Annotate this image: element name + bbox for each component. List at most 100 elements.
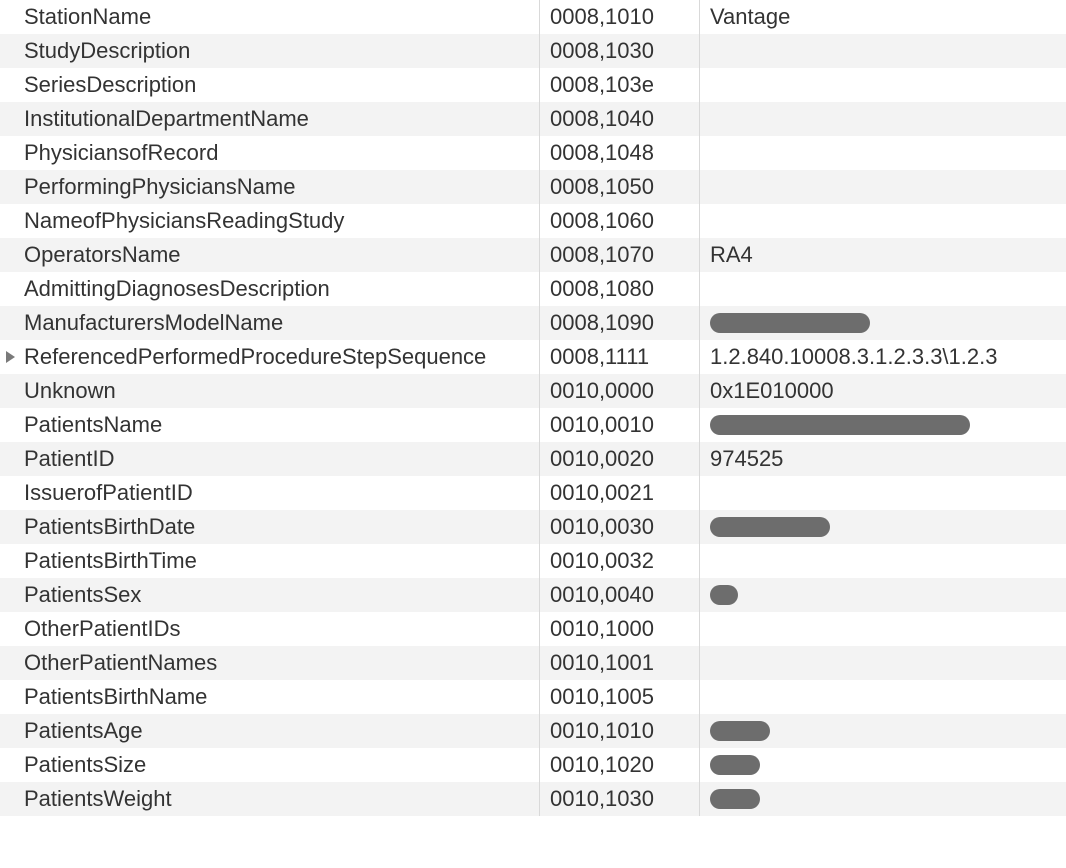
redacted-value (710, 313, 870, 333)
tag-id-cell: 0010,1010 (540, 714, 700, 748)
tag-name-cell: OtherPatientIDs (20, 612, 540, 646)
tag-name-cell: IssuerofPatientID (20, 476, 540, 510)
tag-id-cell: 0010,0000 (540, 374, 700, 408)
tag-name-cell: PatientID (20, 442, 540, 476)
expand-cell (0, 102, 20, 136)
table-row[interactable]: PhysiciansofRecord0008,1048 (0, 136, 1066, 170)
expand-cell (0, 476, 20, 510)
tag-id-cell: 0008,1030 (540, 34, 700, 68)
table-row[interactable]: ManufacturersModelName0008,1090 (0, 306, 1066, 340)
expand-cell (0, 510, 20, 544)
tag-name-cell: StationName (20, 0, 540, 34)
table-row[interactable]: Unknown0010,00000x1E010000 (0, 374, 1066, 408)
tag-id-cell: 0008,1040 (540, 102, 700, 136)
table-row[interactable]: NameofPhysiciansReadingStudy0008,1060 (0, 204, 1066, 238)
tag-value-cell: RA4 (700, 238, 1066, 272)
redacted-value (710, 789, 760, 809)
tag-name-cell: Unknown (20, 374, 540, 408)
table-row[interactable]: PatientsSex0010,0040 (0, 578, 1066, 612)
redacted-value (710, 755, 760, 775)
expand-cell (0, 714, 20, 748)
tag-id-cell: 0008,1111 (540, 340, 700, 374)
table-row[interactable]: PatientsSize0010,1020 (0, 748, 1066, 782)
tag-value-cell (700, 510, 1066, 544)
redacted-value (710, 517, 830, 537)
expand-cell (0, 442, 20, 476)
tag-value-cell (700, 748, 1066, 782)
expand-cell (0, 272, 20, 306)
table-row[interactable]: StudyDescription0008,1030 (0, 34, 1066, 68)
expand-cell (0, 170, 20, 204)
expand-cell (0, 748, 20, 782)
tag-id-cell: 0010,1020 (540, 748, 700, 782)
tag-id-cell: 0010,0020 (540, 442, 700, 476)
table-row[interactable]: OperatorsName0008,1070RA4 (0, 238, 1066, 272)
expand-cell (0, 544, 20, 578)
expand-cell (0, 0, 20, 34)
tag-name-cell: StudyDescription (20, 34, 540, 68)
tag-value-cell (700, 170, 1066, 204)
expand-cell (0, 68, 20, 102)
tag-id-cell: 0010,1030 (540, 782, 700, 816)
tag-name-cell: ManufacturersModelName (20, 306, 540, 340)
table-row[interactable]: ReferencedPerformedProcedureStepSequence… (0, 340, 1066, 374)
expand-cell[interactable] (0, 340, 20, 374)
expand-cell (0, 646, 20, 680)
tag-name-cell: OtherPatientNames (20, 646, 540, 680)
tag-value-cell (700, 782, 1066, 816)
disclosure-triangle-icon[interactable] (6, 351, 15, 363)
tag-value-cell (700, 34, 1066, 68)
table-row[interactable]: OtherPatientIDs0010,1000 (0, 612, 1066, 646)
table-row[interactable]: PatientsWeight0010,1030 (0, 782, 1066, 816)
tag-value-cell (700, 408, 1066, 442)
tag-id-cell: 0010,0030 (540, 510, 700, 544)
table-row[interactable]: InstitutionalDepartmentName0008,1040 (0, 102, 1066, 136)
table-row[interactable]: AdmittingDiagnosesDescription0008,1080 (0, 272, 1066, 306)
tag-value-cell (700, 714, 1066, 748)
table-row[interactable]: StationName0008,1010Vantage (0, 0, 1066, 34)
tag-value-cell (700, 680, 1066, 714)
table-row[interactable]: PatientsAge0010,1010 (0, 714, 1066, 748)
tag-id-cell: 0008,1050 (540, 170, 700, 204)
tag-name-cell: PatientsWeight (20, 782, 540, 816)
expand-cell (0, 374, 20, 408)
table-row[interactable]: SeriesDescription0008,103e (0, 68, 1066, 102)
table-row[interactable]: PatientsBirthName0010,1005 (0, 680, 1066, 714)
tag-value-cell (700, 204, 1066, 238)
dicom-tag-table: StationName0008,1010VantageStudyDescript… (0, 0, 1066, 816)
tag-id-cell: 0008,1070 (540, 238, 700, 272)
expand-cell (0, 204, 20, 238)
tag-value-cell (700, 476, 1066, 510)
tag-name-cell: PatientsSize (20, 748, 540, 782)
tag-value-cell: 1.2.840.10008.3.1.2.3.3\1.2.3 (700, 340, 1066, 374)
redacted-value (710, 585, 738, 605)
table-row[interactable]: PatientsName0010,0010 (0, 408, 1066, 442)
table-row[interactable]: IssuerofPatientID0010,0021 (0, 476, 1066, 510)
tag-name-cell: PatientsBirthName (20, 680, 540, 714)
tag-name-cell: SeriesDescription (20, 68, 540, 102)
expand-cell (0, 408, 20, 442)
tag-name-cell: InstitutionalDepartmentName (20, 102, 540, 136)
table-row[interactable]: PatientsBirthTime0010,0032 (0, 544, 1066, 578)
tag-name-cell: NameofPhysiciansReadingStudy (20, 204, 540, 238)
tag-name-cell: PatientsName (20, 408, 540, 442)
tag-value-cell (700, 136, 1066, 170)
tag-value-cell: 0x1E010000 (700, 374, 1066, 408)
tag-id-cell: 0010,1000 (540, 612, 700, 646)
expand-cell (0, 578, 20, 612)
expand-cell (0, 136, 20, 170)
tag-value-cell (700, 646, 1066, 680)
tag-value-cell (700, 612, 1066, 646)
tag-name-cell: PatientsBirthDate (20, 510, 540, 544)
tag-name-cell: AdmittingDiagnosesDescription (20, 272, 540, 306)
table-row[interactable]: OtherPatientNames0010,1001 (0, 646, 1066, 680)
table-row[interactable]: PerformingPhysiciansName0008,1050 (0, 170, 1066, 204)
table-row[interactable]: PatientsBirthDate0010,0030 (0, 510, 1066, 544)
tag-id-cell: 0008,1048 (540, 136, 700, 170)
tag-value-cell (700, 544, 1066, 578)
table-row[interactable]: PatientID0010,0020974525 (0, 442, 1066, 476)
tag-id-cell: 0010,1005 (540, 680, 700, 714)
tag-value-cell (700, 306, 1066, 340)
tag-name-cell: PatientsBirthTime (20, 544, 540, 578)
redacted-value (710, 415, 970, 435)
